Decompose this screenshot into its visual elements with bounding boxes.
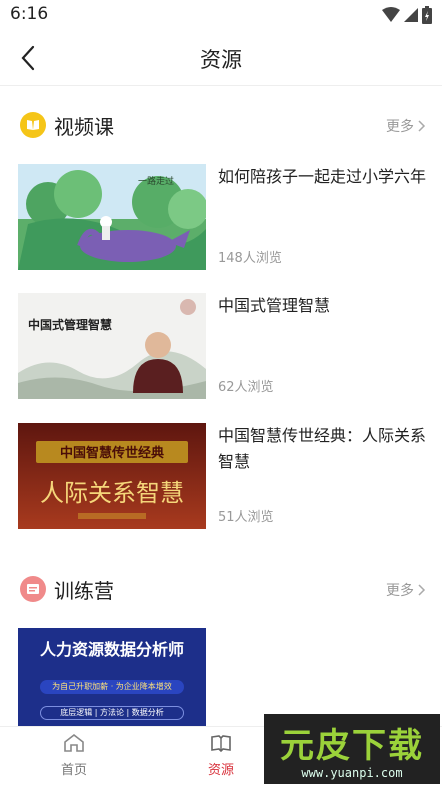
watermark-main: 元皮下载 — [280, 726, 424, 766]
wifi-icon — [382, 7, 400, 22]
video-thumbnail-whale: 一路走过 — [18, 164, 206, 270]
training-thumb-title: 人力资源数据分析师 — [39, 640, 184, 659]
battery-icon — [422, 6, 432, 24]
training-thumb-tags: 底层逻辑 | 方法论 | 数据分析 — [40, 706, 184, 720]
chevron-right-icon — [418, 120, 426, 132]
training-more-link[interactable]: 更多 — [386, 580, 426, 600]
video-course-views: 62人浏览 — [218, 380, 274, 395]
video-section-header: 视频课 更多 — [0, 106, 442, 146]
watermark-logo: 元皮下载 www.yuanpi.com — [264, 714, 440, 784]
svg-text:人际关系智慧: 人际关系智慧 — [40, 479, 184, 507]
video-more-label: 更多 — [386, 119, 414, 135]
status-icons — [382, 6, 432, 24]
book-icon — [211, 735, 231, 753]
tab-resources-label: 资源 — [207, 763, 234, 778]
video-course-title: 如何陪孩子一起走过小学六年 — [218, 167, 427, 186]
training-section-title: 训练营 — [54, 579, 114, 603]
training-section-header: 训练营 更多 — [0, 570, 442, 610]
cell-signal-icon — [404, 8, 418, 22]
video-course-item[interactable]: 一路走过 如何陪孩子一起走过小学六年 148人浏览 — [18, 164, 428, 270]
status-time: 6:16 — [10, 4, 49, 24]
tab-home-label: 首页 — [60, 763, 87, 778]
video-course-item[interactable]: 中国式管理智慧 中国式管理智慧 62人浏览 — [18, 293, 428, 399]
watermark-url: www.yuanpi.com — [301, 766, 403, 780]
svg-text:中国智慧传世经典: 中国智慧传世经典 — [60, 445, 164, 461]
video-section-title: 视频课 — [54, 115, 114, 139]
training-thumb-sub: 为自己升职加薪 · 为企业降本增效 — [40, 680, 184, 694]
video-thumbnail-management: 中国式管理智慧 — [18, 293, 206, 399]
video-course-icon — [20, 112, 46, 138]
training-thumbnail: 人力资源数据分析师 为自己升职加薪 · 为企业降本增效 底层逻辑 | 方法论 |… — [18, 628, 206, 734]
svg-text:中国式管理智慧: 中国式管理智慧 — [28, 317, 112, 332]
video-course-title: 中国式管理智慧 — [218, 296, 331, 315]
training-camp-icon — [20, 576, 46, 602]
app-bar: 资源 — [0, 30, 442, 86]
tab-home[interactable]: 首页 — [34, 733, 114, 778]
status-bar: 6:16 — [0, 0, 442, 30]
training-more-label: 更多 — [386, 583, 414, 599]
video-course-views: 148人浏览 — [218, 251, 282, 266]
home-icon — [64, 733, 84, 752]
video-course-title: 中国智慧传世经典：人际关系智慧 — [218, 426, 427, 471]
chevron-right-icon — [418, 584, 426, 596]
video-more-link[interactable]: 更多 — [386, 116, 426, 136]
tab-resources[interactable]: 资源 — [181, 733, 261, 778]
page-title: 资源 — [200, 48, 242, 72]
video-course-item[interactable]: 中国智慧传世经典 人际关系智慧 中国智慧传世经典：人际关系智慧 51人浏览 — [18, 423, 428, 529]
video-course-views: 51人浏览 — [218, 510, 274, 525]
video-thumbnail-relations: 中国智慧传世经典 人际关系智慧 — [18, 423, 206, 529]
svg-text:一路走过: 一路走过 — [138, 175, 174, 187]
